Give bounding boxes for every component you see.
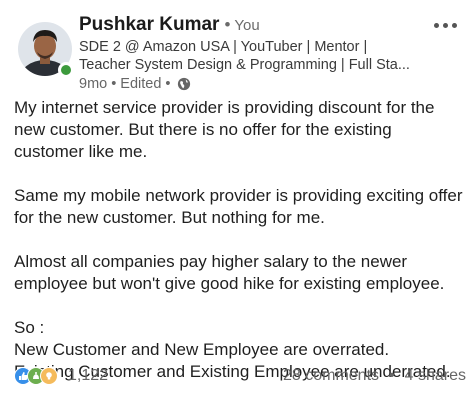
text-line: My internet service provider is providin… <box>14 98 435 117</box>
separator-dot: • <box>224 15 231 34</box>
post-paragraph: My internet service provider is providin… <box>14 97 466 163</box>
more-options-button[interactable] <box>430 16 460 34</box>
headline-line: Teacher System Design & Programming | Fu… <box>79 57 410 73</box>
separator-dot: • <box>165 76 171 92</box>
text-line: new customer. But there is no offer for … <box>14 120 392 139</box>
globe-icon <box>177 77 190 91</box>
author-headline: SDE 2 @ Amazon USA | YouTuber | Mentor |… <box>79 38 419 74</box>
text-line: employee but won't give good hike for ex… <box>14 274 445 293</box>
text-line: So : <box>14 318 45 337</box>
post-paragraph: Same my mobile network provider is provi… <box>14 185 466 229</box>
author-name[interactable]: Pushkar Kumar <box>79 14 219 36</box>
post-author-meta: Pushkar Kumar • You SDE 2 @ Amazon USA |… <box>79 14 419 93</box>
headline-line: SDE 2 @ Amazon USA | YouTuber | Mentor | <box>79 39 368 55</box>
shares-count[interactable]: 4 shares <box>405 367 466 385</box>
connection-degree: You <box>234 17 260 34</box>
avatar[interactable] <box>18 22 74 78</box>
more-dot <box>433 22 439 28</box>
separator-dot: • <box>111 76 117 92</box>
edited-label: Edited <box>120 76 162 92</box>
online-status-indicator <box>58 62 74 78</box>
author-name-row: Pushkar Kumar • You <box>79 14 419 36</box>
reaction-icons[interactable] <box>14 367 58 385</box>
social-counts-bar: 1,122 28 comments • 4 shares <box>14 364 466 388</box>
separator-dot: • <box>389 367 395 384</box>
more-dot <box>451 22 457 28</box>
insightful-icon <box>40 367 58 385</box>
text-line: Almost all companies pay higher salary t… <box>14 252 408 271</box>
post-age: 9mo <box>79 76 108 92</box>
post-paragraph: Almost all companies pay higher salary t… <box>14 251 466 295</box>
post-timestamp-row: 9mo • Edited • <box>79 75 419 93</box>
text-line: Same my mobile network provider is provi… <box>14 186 463 205</box>
reaction-count[interactable]: 1,122 <box>68 367 108 385</box>
comments-count[interactable]: 28 comments <box>283 367 379 385</box>
post-text: My internet service provider is providin… <box>14 97 466 383</box>
text-line: for the new customer. But nothing for me… <box>14 208 325 227</box>
text-line: New Customer and New Employee are overra… <box>14 340 390 359</box>
feed-post: Pushkar Kumar • You SDE 2 @ Amazon USA |… <box>0 0 474 403</box>
text-line: customer like me. <box>14 142 148 161</box>
more-dot <box>442 22 448 28</box>
